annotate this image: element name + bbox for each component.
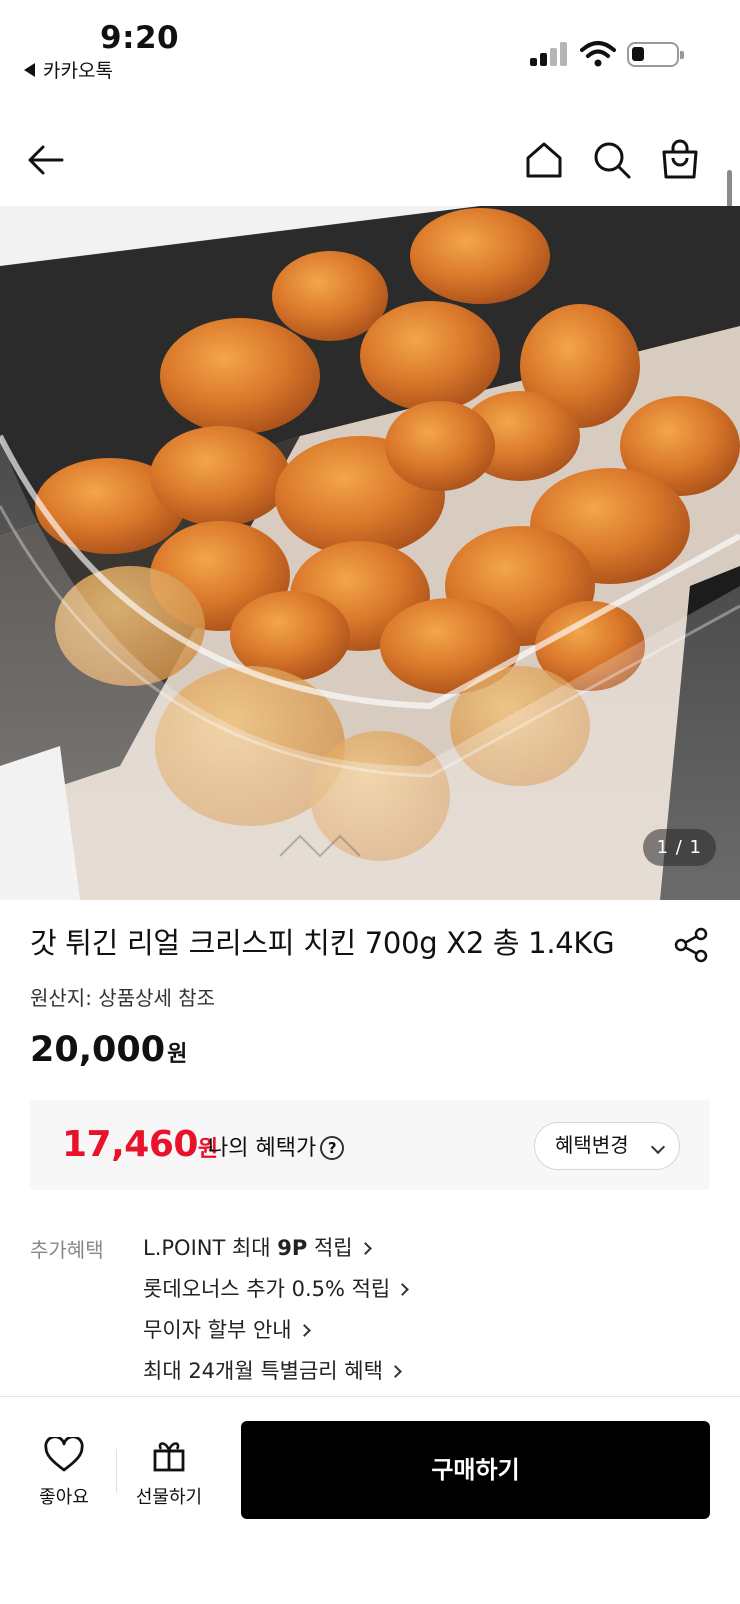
extra-benefit-text: 무이자 할부 안내 [143,1318,292,1342]
benefit-price-box: 17,460원 나의 혜택가? 혜택변경 [30,1100,710,1190]
extra-benefit-special-rate[interactable]: 최대 24개월 특별금리 혜택 [143,1355,703,1396]
status-bar: 9:20 카카오톡 [0,0,740,90]
benefit-price-value: 17,460 [62,1124,198,1165]
like-button[interactable]: 좋아요 [28,1435,100,1509]
product-title-row: 갓 튀긴 리얼 크리스피 치킨 700g X2 총 1.4KG [30,920,710,968]
extra-benefit-text: 롯데오너스 추가 0.5% 적립 [143,1277,391,1301]
benefit-label: 나의 혜택가 [208,1136,317,1161]
extra-benefits-list: L.POINT 최대 9P 적립 롯데오너스 추가 0.5% 적립 무이자 할부… [143,1232,703,1396]
gift-icon [153,1442,185,1472]
share-icon[interactable] [672,926,710,964]
cellular-signal-icon [530,42,570,66]
extra-benefit-installment[interactable]: 무이자 할부 안내 [143,1314,703,1355]
back-app-label: 카카오톡 [43,60,113,82]
product-origin: 원산지: 상품상세 참조 [30,986,216,1010]
price-unit: 원 [167,1042,188,1067]
extra-benefit-lpoint[interactable]: L.POINT 최대 9P 적립 [143,1232,703,1273]
benefit-label-row: 나의 혜택가? [208,1130,345,1162]
like-label: 좋아요 [39,1487,89,1508]
benefit-change-label: 혜택변경 [555,1133,629,1157]
status-time: 9:20 [100,20,180,56]
product-title: 갓 튀긴 리얼 크리스피 치킨 700g X2 총 1.4KG [30,926,615,960]
chevron-down-icon [650,1139,666,1155]
extra-benefit-lotte-owners[interactable]: 롯데오너스 추가 0.5% 적립 [143,1273,703,1314]
gift-label: 선물하기 [135,1487,203,1508]
price-value: 20,000 [30,1030,166,1070]
battery-icon [627,42,684,67]
benefit-change-button[interactable]: 혜택변경 [534,1122,680,1170]
help-icon[interactable]: ? [320,1136,345,1160]
extra-benefit-text: 최대 24개월 특별금리 혜택 [143,1359,383,1383]
chevron-right-icon [358,1242,372,1255]
benefit-price: 17,460원 [62,1124,218,1165]
back-to-app-link[interactable]: 카카오톡 [24,56,113,83]
search-icon[interactable] [590,138,634,182]
bottom-action-bar: 좋아요 선물하기 구매하기 [0,1396,740,1604]
heart-icon [44,1435,84,1472]
back-triangle-icon [24,63,35,77]
wifi-icon [580,41,616,67]
shopping-bag-icon[interactable] [658,138,702,182]
chevron-right-icon [396,1283,410,1296]
product-image[interactable]: 1 / 1 [0,206,740,900]
buy-button[interactable]: 구매하기 [241,1421,710,1519]
back-arrow-icon[interactable] [24,138,68,182]
gift-button[interactable]: 선물하기 [128,1437,210,1509]
extra-benefit-text: L.POINT 최대 [143,1236,278,1260]
bottom-divider [116,1449,117,1493]
extra-benefit-bold: 9P [277,1236,308,1260]
extra-benefits-label: 추가혜택 [30,1238,104,1262]
product-price: 20,000원 [30,1030,187,1070]
chevron-right-icon [389,1365,402,1378]
image-counter: 1 / 1 [642,829,716,866]
extra-benefit-suffix: 적립 [307,1236,353,1260]
home-icon[interactable] [522,138,566,182]
fried-chicken-image [0,206,740,900]
top-navigation [0,120,740,202]
chevron-right-icon [297,1324,311,1337]
